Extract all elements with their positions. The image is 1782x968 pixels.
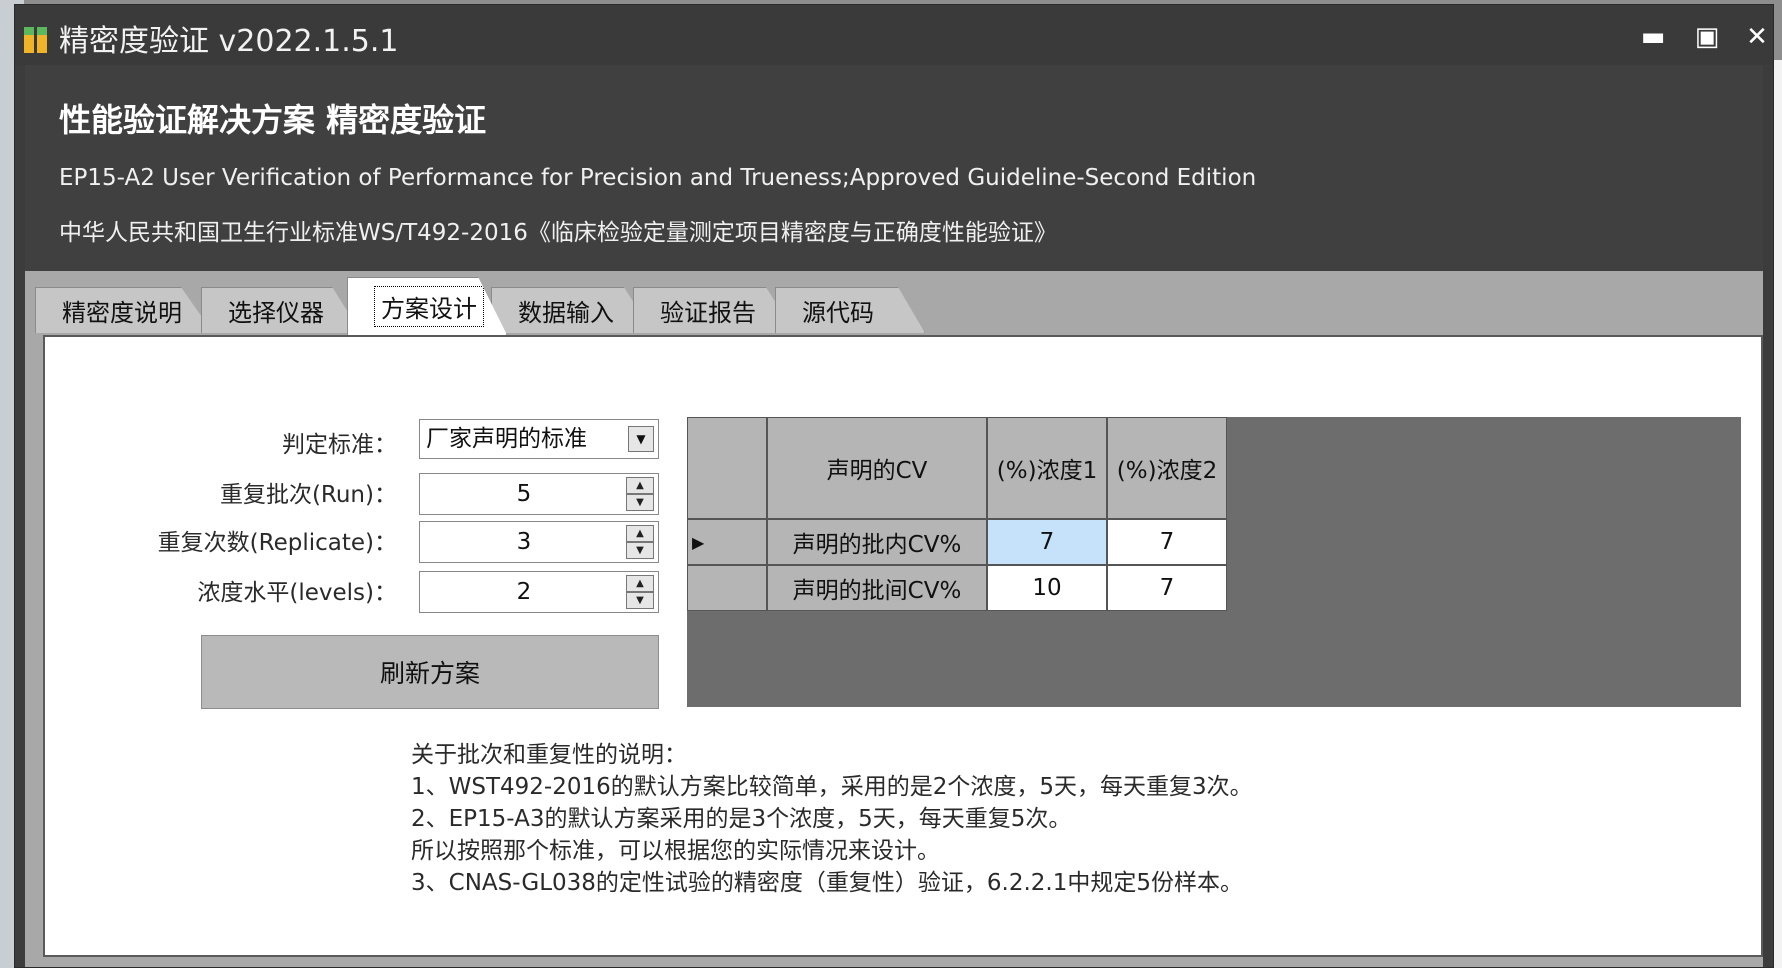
tab-control: 精密度说明 选择仪器 方案设计 数据输入 验证报告 源代码 判定标准： 厂家声明… (25, 271, 1763, 967)
tab-label: 数据输入 (518, 299, 614, 327)
header-banner: 性能验证解决方案 精密度验证 EP15-A2 User Verification… (25, 65, 1763, 271)
replicate-down-icon[interactable]: ▼ (626, 542, 654, 559)
tab-strip: 精密度说明 选择仪器 方案设计 数据输入 验证报告 源代码 (25, 271, 1763, 335)
criterion-label: 判定标准： (282, 432, 397, 458)
notes-line: 2、EP15-A3的默认方案采用的是3个浓度，5天，每天重复5次。 (411, 806, 1072, 832)
tab-label: 精密度说明 (62, 299, 182, 327)
levels-down-icon[interactable]: ▼ (626, 592, 654, 609)
replicate-up-icon[interactable]: ▲ (626, 525, 654, 542)
run-stepper[interactable]: 5 ▲ ▼ (419, 473, 659, 515)
row-indicator-icon[interactable]: ▶ (687, 519, 767, 565)
row-header-between-run[interactable] (687, 565, 767, 611)
tab-verification-report[interactable]: 验证报告 (633, 287, 795, 333)
cell-within-run-level1[interactable]: 7 (987, 519, 1107, 565)
app-icon (24, 27, 47, 53)
notes-text: 关于批次和重复性的说明： 1、WST492-2016的默认方案比较简单，采用的是… (411, 739, 1253, 899)
tab-precision-description[interactable]: 精密度说明 (35, 287, 213, 333)
grid-corner-header[interactable] (687, 417, 767, 519)
run-up-icon[interactable]: ▲ (626, 477, 654, 494)
levels-up-icon[interactable]: ▲ (626, 575, 654, 592)
close-button[interactable]: ✕ (1733, 17, 1781, 57)
levels-label: 浓度水平(levels)： (197, 580, 397, 606)
column-header-level1[interactable]: (%)浓度1 (987, 417, 1107, 519)
notes-line: 1、WST492-2016的默认方案比较简单，采用的是2个浓度，5天，每天重复3… (411, 774, 1253, 800)
row-label-within-run-cv: 声明的批内CV% (767, 519, 987, 565)
tab-plan-design[interactable]: 方案设计 (347, 277, 507, 335)
tab-label: 选择仪器 (228, 299, 324, 327)
minimize-button[interactable]: ▬ (1629, 17, 1677, 57)
notes-line: 3、CNAS-GL038的定性试验的精密度（重复性）验证，6.2.2.1中规定5… (411, 870, 1244, 896)
tab-select-instrument[interactable]: 选择仪器 (201, 287, 361, 333)
cv-data-grid[interactable]: 声明的CV (%)浓度1 (%)浓度2 ▶ 声明的批内CV% 7 7 声明的批间… (687, 417, 1741, 707)
tab-data-input[interactable]: 数据输入 (491, 287, 653, 333)
plan-design-panel: 判定标准： 厂家声明的标准 ▼ 重复批次(Run)： 5 ▲ ▼ 重复次数(Re… (43, 335, 1763, 957)
header-subtitle-cn: 中华人民共和国卫生行业标准WS/T492-2016《临床检验定量测定项目精密度与… (59, 220, 1057, 246)
cell-between-run-level1[interactable]: 10 (987, 565, 1107, 611)
tab-label: 验证报告 (660, 299, 756, 327)
main-window: 精密度验证 v2022.1.5.1 ▬ ▣ ✕ 性能验证解决方案 精密度验证 E… (14, 4, 1774, 968)
levels-value[interactable]: 2 (420, 572, 628, 612)
tab-source-code[interactable]: 源代码 (775, 287, 925, 333)
row-label-between-run-cv: 声明的批间CV% (767, 565, 987, 611)
header-subtitle-en: EP15-A2 User Verification of Performance… (59, 165, 1257, 191)
header-title: 性能验证解决方案 精密度验证 (59, 101, 487, 139)
criterion-value: 厂家声明的标准 (426, 426, 587, 452)
replicate-stepper[interactable]: 3 ▲ ▼ (419, 521, 659, 563)
run-down-icon[interactable]: ▼ (626, 494, 654, 511)
column-header-level2[interactable]: (%)浓度2 (1107, 417, 1227, 519)
run-label: 重复批次(Run)： (219, 482, 397, 508)
chevron-down-icon[interactable]: ▼ (628, 426, 654, 452)
replicate-label: 重复次数(Replicate)： (157, 530, 397, 556)
replicate-value[interactable]: 3 (420, 522, 628, 562)
notes-line: 所以按照那个标准，可以根据您的实际情况来设计。 (411, 838, 940, 864)
title-bar[interactable]: 精密度验证 v2022.1.5.1 ▬ ▣ ✕ (15, 5, 1773, 65)
run-value[interactable]: 5 (420, 474, 628, 514)
levels-stepper[interactable]: 2 ▲ ▼ (419, 571, 659, 613)
refresh-plan-button[interactable]: 刷新方案 (201, 635, 659, 709)
tab-label: 方案设计 (374, 286, 484, 327)
notes-line: 关于批次和重复性的说明： (411, 742, 687, 768)
maximize-button[interactable]: ▣ (1683, 17, 1731, 57)
tab-label: 源代码 (802, 299, 874, 327)
cell-between-run-level2[interactable]: 7 (1107, 565, 1227, 611)
column-header-declared-cv[interactable]: 声明的CV (767, 417, 987, 519)
criterion-select[interactable]: 厂家声明的标准 ▼ (419, 419, 659, 459)
window-title: 精密度验证 v2022.1.5.1 (59, 24, 399, 59)
cell-within-run-level2[interactable]: 7 (1107, 519, 1227, 565)
